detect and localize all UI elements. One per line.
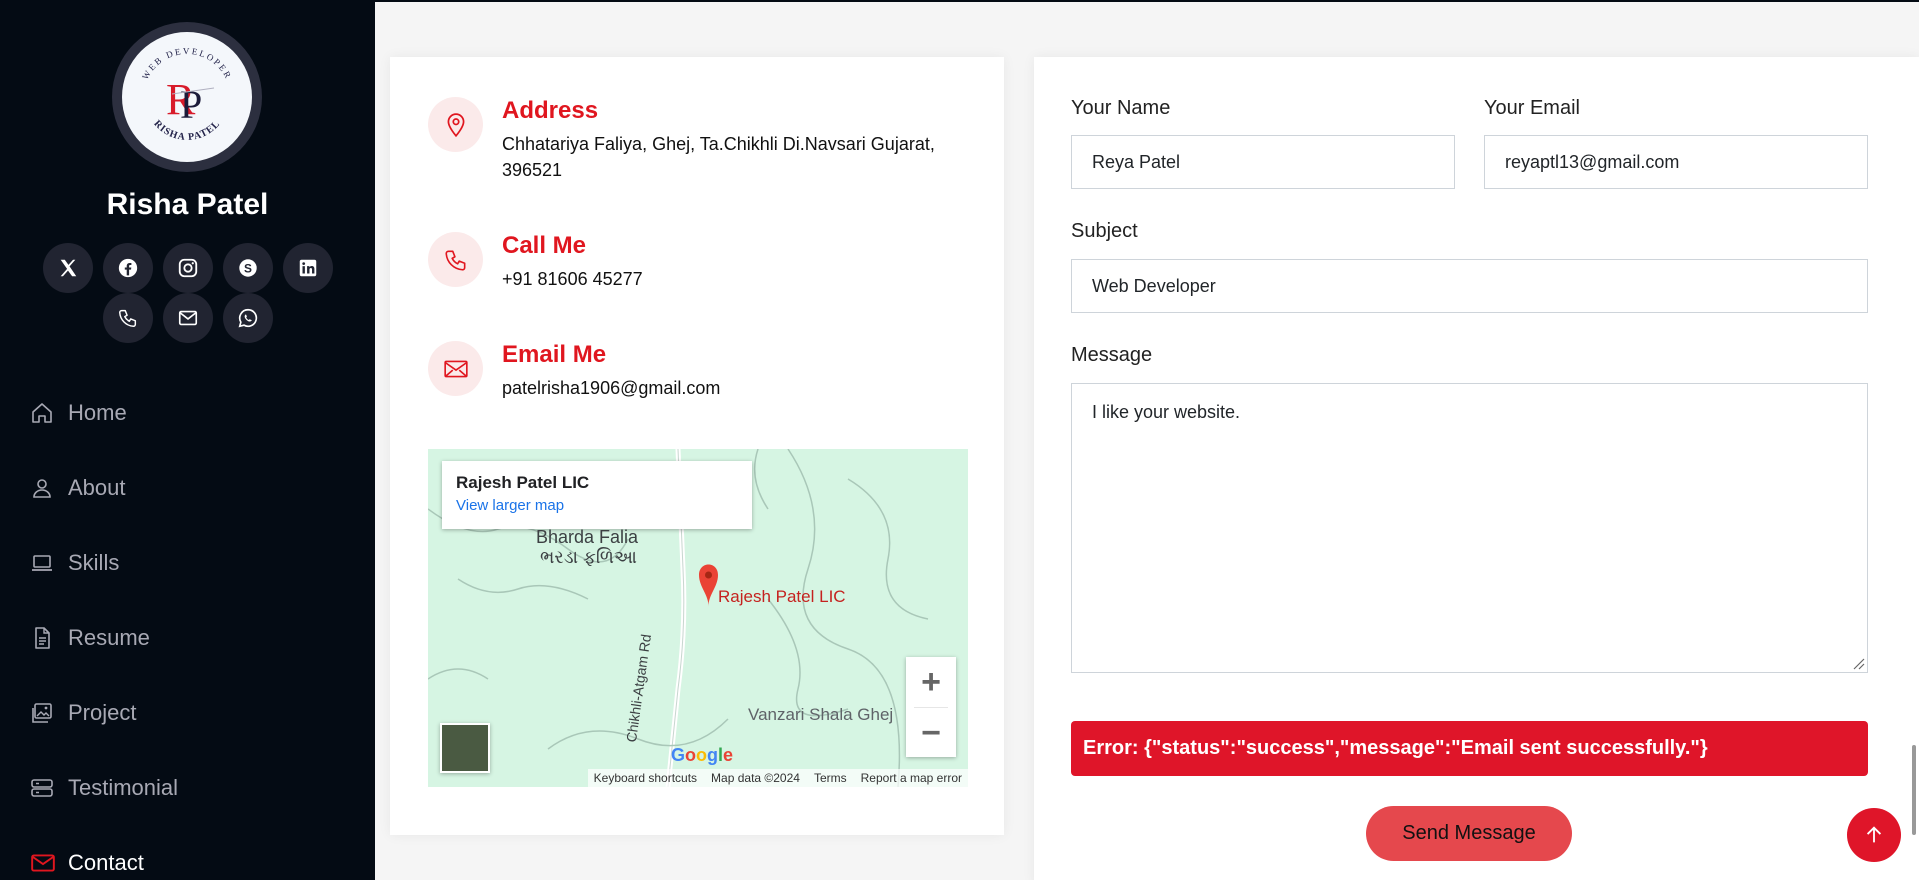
map-area-label: Bharda Falia xyxy=(536,527,639,547)
nav-label: About xyxy=(68,474,126,500)
instagram-icon[interactable] xyxy=(162,243,213,293)
nav-label: Resume xyxy=(68,624,150,650)
email-input[interactable]: reyaptl13@gmail.com xyxy=(1484,135,1868,189)
email-label: Your Email xyxy=(1484,97,1580,119)
google-logo: Google xyxy=(671,745,734,765)
phone-icon[interactable] xyxy=(102,293,153,343)
envelope-icon xyxy=(30,850,56,876)
nav-item-contact[interactable]: Contact xyxy=(0,825,375,880)
embedded-map[interactable]: Rajesh Patel LIC View larger map Bharda … xyxy=(428,449,968,787)
nav-item-home[interactable]: Home xyxy=(0,375,375,450)
message-label: Message xyxy=(1071,344,1153,366)
map-area-label-gujarati: ભરડા ફળિઆ xyxy=(540,547,637,567)
nav-item-skills[interactable]: Skills xyxy=(0,525,375,600)
call-title: Call Me xyxy=(502,232,587,259)
sidebar: WEB DEVELOPER RISHA PATEL R P Risha Pate… xyxy=(0,0,375,880)
send-message-button[interactable]: Send Message xyxy=(1366,806,1572,861)
report-map-error-link[interactable]: Report a map error xyxy=(861,771,962,785)
laptop-icon xyxy=(30,550,56,576)
nav-label: Project xyxy=(68,699,137,725)
keyboard-shortcuts-link[interactable]: Keyboard shortcuts xyxy=(594,771,697,785)
contact-info-card: Address Chhatariya Faliya, Ghej, Ta.Chik… xyxy=(390,57,1004,835)
contact-form-card: Your Name Reya Patel Your Email reyaptl1… xyxy=(1034,57,1919,880)
nav-label: Skills xyxy=(68,549,120,575)
x-twitter-icon[interactable] xyxy=(42,243,93,293)
map-data-text: Map data ©2024 xyxy=(711,771,800,785)
arrow-up-icon xyxy=(1866,826,1882,843)
call-text: +91 81606 45277 xyxy=(502,269,643,289)
main-nav: Home About Skills Resume Project Testimo… xyxy=(0,375,375,880)
nav-label: Testimonial xyxy=(68,774,179,800)
back-to-top-button[interactable] xyxy=(1847,808,1901,862)
profile-name: Risha Patel xyxy=(106,188,269,221)
nav-label: Contact xyxy=(68,849,144,875)
envelope-icon[interactable] xyxy=(162,293,213,343)
envelope-icon xyxy=(428,341,483,396)
subject-label: Subject xyxy=(1071,220,1138,242)
terms-link[interactable]: Terms xyxy=(814,771,847,785)
nav-item-project[interactable]: Project xyxy=(0,675,375,750)
phone-icon xyxy=(428,232,483,287)
message-text: I like your website. xyxy=(1092,402,1241,422)
facebook-icon[interactable] xyxy=(102,243,153,293)
scrollbar-thumb[interactable] xyxy=(1912,745,1916,835)
profile-logo: WEB DEVELOPER RISHA PATEL R P xyxy=(112,22,262,172)
map-zoom-control: + − xyxy=(906,657,956,757)
name-input[interactable]: Reya Patel xyxy=(1071,135,1455,189)
server-icon xyxy=(30,775,56,801)
error-message: Error: {"status":"success","message":"Em… xyxy=(1071,721,1868,776)
satellite-toggle[interactable] xyxy=(440,723,490,773)
map-place-card: Rajesh Patel LIC View larger map xyxy=(442,461,752,529)
house-icon xyxy=(30,400,56,426)
main-content: Address Chhatariya Faliya, Ghej, Ta.Chik… xyxy=(375,0,1919,880)
map-place-title: Rajesh Patel LIC xyxy=(456,473,590,492)
view-larger-map-link[interactable]: View larger map xyxy=(456,497,738,514)
skype-icon[interactable]: S xyxy=(222,243,273,293)
address-title: Address xyxy=(502,97,599,124)
map-school-label: Vanzari Shala Ghej xyxy=(748,705,894,724)
zoom-in-button[interactable]: + xyxy=(906,657,956,707)
images-icon xyxy=(30,700,56,726)
nav-item-resume[interactable]: Resume xyxy=(0,600,375,675)
svg-text:P: P xyxy=(180,82,202,127)
file-icon xyxy=(30,625,56,651)
person-icon xyxy=(30,475,56,501)
map-pin-label[interactable]: Rajesh Patel LIC xyxy=(718,587,846,607)
resize-grip-icon[interactable] xyxy=(1851,656,1865,670)
address-text: Chhatariya Faliya, Ghej, Ta.Chikhli Di.N… xyxy=(502,134,935,180)
nav-item-about[interactable]: About xyxy=(0,450,375,525)
whatsapp-icon[interactable] xyxy=(222,293,273,343)
linkedin-icon[interactable] xyxy=(282,243,333,293)
email-text: patelrisha1906@gmail.com xyxy=(502,378,721,398)
nav-label: Home xyxy=(68,399,127,425)
email-title: Email Me xyxy=(502,341,607,368)
map-pin-icon xyxy=(428,97,483,152)
nav-item-testimonial[interactable]: Testimonial xyxy=(0,750,375,825)
zoom-out-button[interactable]: − xyxy=(906,708,956,758)
svg-text:S: S xyxy=(244,262,252,276)
message-textarea[interactable]: I like your website. xyxy=(1071,383,1868,673)
map-footer: Keyboard shortcuts Map data ©2024 Terms … xyxy=(587,769,968,787)
subject-input[interactable]: Web Developer xyxy=(1071,259,1868,313)
name-label: Your Name xyxy=(1071,97,1171,119)
